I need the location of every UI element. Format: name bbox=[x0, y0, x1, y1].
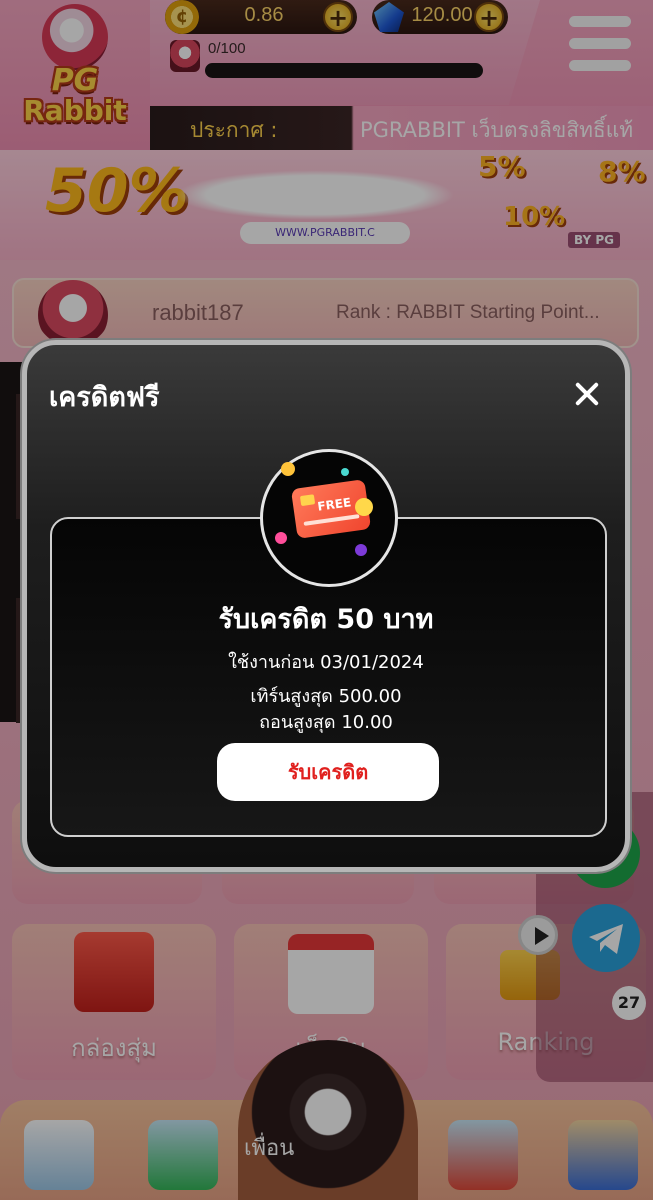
close-icon[interactable] bbox=[567, 375, 607, 415]
free-credit-card-icon: FREE bbox=[260, 449, 398, 587]
promo-expiry: ใช้งานก่อน 03/01/2024 bbox=[228, 652, 424, 673]
coin-icon bbox=[355, 498, 373, 516]
coin-icon bbox=[281, 462, 295, 476]
promo-max-withdraw: ถอนสูงสุด 10.00 bbox=[259, 712, 393, 733]
claim-credit-button[interactable]: รับเครดิต bbox=[217, 743, 439, 801]
sparkle-icon bbox=[355, 544, 367, 556]
free-credit-modal: เครดิตฟรี FREE รับเครดิต 50 บาท ใช้งานก่… bbox=[22, 340, 630, 872]
sparkle-icon bbox=[275, 532, 287, 544]
modal-title: เครดิตฟรี bbox=[49, 382, 160, 413]
sparkle-icon bbox=[341, 468, 349, 476]
promo-title: รับเครดิต 50 บาท bbox=[218, 604, 434, 635]
promo-max-turnover: เทิร์นสูงสุด 500.00 bbox=[250, 686, 402, 707]
